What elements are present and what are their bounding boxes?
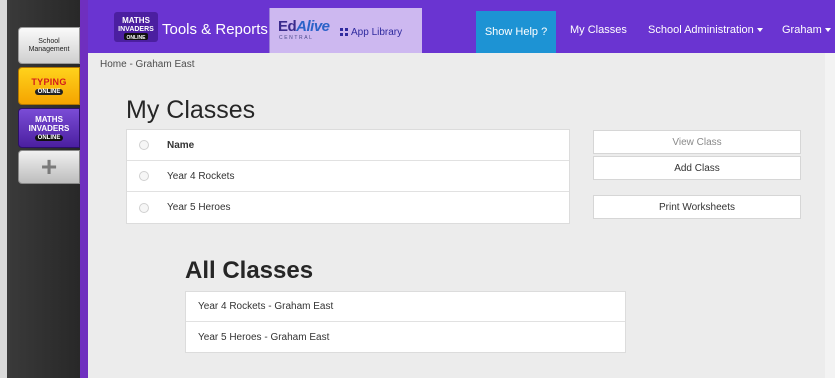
typing-logo-text: TYPING — [31, 77, 67, 87]
chevron-down-icon — [756, 28, 763, 33]
app-sidebar: School Management TYPING ONLINE MATHS IN… — [0, 0, 88, 378]
svg-text:INVADERS: INVADERS — [118, 26, 154, 33]
my-classes-heading: My Classes — [126, 96, 256, 124]
maths-invaders-logo-icon[interactable]: MATHS INVADERS ONLINE — [114, 12, 158, 42]
table-row[interactable]: Year 5 Heroes — [127, 192, 569, 223]
typing-online-badge: ONLINE — [34, 89, 64, 95]
add-app-button[interactable]: + — [18, 150, 80, 184]
all-classes-heading: All Classes — [185, 257, 314, 284]
edalive-central-subtitle: CENTRAL — [279, 35, 314, 41]
breadcrumb[interactable]: Home - Graham East — [100, 59, 194, 70]
class-name-cell: Year 5 Heroes — [167, 202, 231, 213]
all-classes-list: Year 4 Rockets - Graham East Year 5 Hero… — [185, 291, 626, 353]
show-help-button[interactable]: Show Help ? — [476, 11, 556, 53]
view-class-button[interactable]: View Class — [593, 130, 801, 154]
window-right-edge — [825, 53, 835, 378]
table-row[interactable]: Year 4 Rockets — [127, 161, 569, 192]
main-content: Home - Graham East My Classes Name Year … — [88, 53, 835, 378]
maths-invaders-app-tile[interactable]: MATHS INVADERS ONLINE — [18, 108, 80, 148]
select-all-radio[interactable] — [139, 140, 149, 150]
nav-user-label: Graham — [782, 24, 822, 36]
nav-school-administration-menu[interactable]: School Administration — [648, 24, 763, 36]
row-select-radio[interactable] — [139, 171, 149, 181]
class-name-cell: Year 4 Rockets — [167, 170, 235, 182]
edalive-logo: EdAlive — [278, 18, 330, 35]
grid-icon — [340, 28, 348, 36]
school-management-label-line1: School — [38, 37, 60, 45]
print-worksheets-button[interactable]: Print Worksheets — [593, 195, 801, 219]
column-header-name: Name — [167, 139, 195, 151]
svg-text:MATHS: MATHS — [122, 16, 151, 25]
invaders-online-badge: ONLINE — [34, 135, 64, 141]
typing-online-app-tile[interactable]: TYPING ONLINE — [18, 67, 80, 105]
app-library-label: App Library — [351, 27, 403, 38]
nav-user-menu[interactable]: Graham — [782, 24, 831, 36]
row-select-radio[interactable] — [139, 202, 149, 213]
plus-icon: + — [40, 151, 58, 182]
invaders-logo-text: MATHS INVADERS — [28, 115, 70, 133]
table-header-row: Name — [127, 130, 569, 161]
nav-school-administration-label: School Administration — [648, 24, 754, 36]
svg-text:ONLINE: ONLINE — [127, 35, 147, 41]
nav-my-classes-link[interactable]: My Classes — [570, 24, 627, 36]
tools-reports-title[interactable]: Tools & Reports — [162, 21, 268, 38]
sidebar-accent-strip — [80, 0, 88, 378]
list-item[interactable]: Year 4 Rockets - Graham East — [186, 292, 625, 322]
school-management-label-line2: Management — [28, 45, 70, 53]
my-classes-table: Name Year 4 Rockets Year 5 Heroes — [126, 129, 570, 224]
list-item[interactable]: Year 5 Heroes - Graham East — [186, 322, 625, 352]
app-library-tab[interactable]: EdAlive CENTRAL App Library — [269, 8, 422, 53]
school-management-app-tile[interactable]: School Management — [18, 27, 80, 64]
top-navigation-bar: MATHS INVADERS ONLINE Tools & Reports Ed… — [88, 0, 835, 53]
chevron-down-icon — [824, 28, 831, 33]
add-class-button[interactable]: Add Class — [593, 156, 801, 180]
